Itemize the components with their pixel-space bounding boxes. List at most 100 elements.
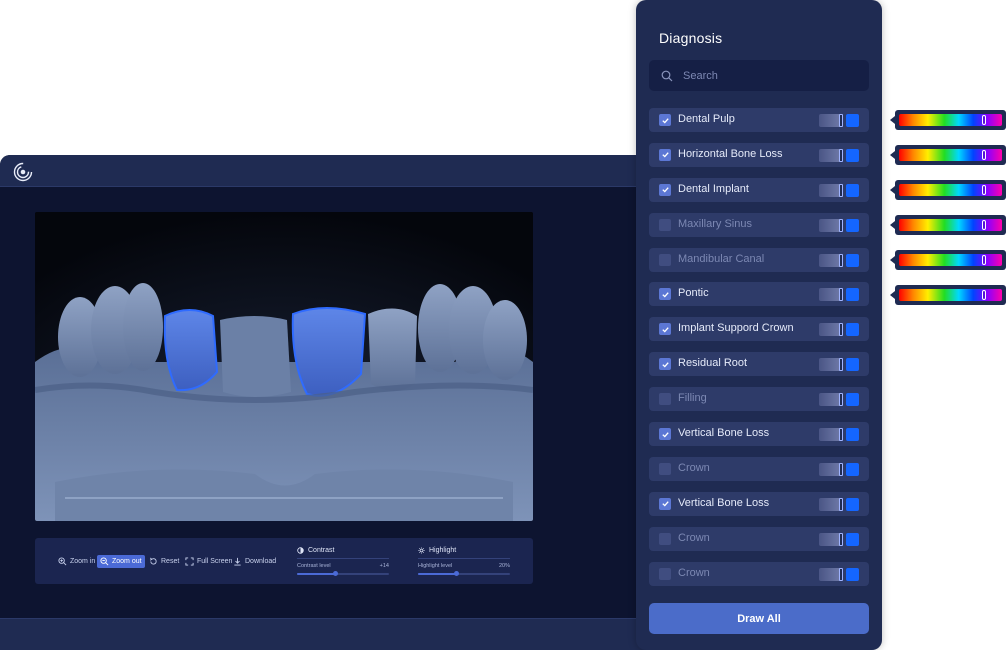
- color-toggle[interactable]: [819, 114, 860, 127]
- toggle-handle[interactable]: [839, 288, 843, 302]
- color-toggle[interactable]: [819, 462, 860, 476]
- toggle-handle[interactable]: [839, 358, 843, 372]
- hue-slider-thumb[interactable]: [982, 289, 987, 300]
- color-swatch[interactable]: [846, 462, 859, 476]
- color-toggle[interactable]: [819, 148, 860, 162]
- toggle-handle[interactable]: [839, 218, 843, 232]
- color-swatch[interactable]: [846, 148, 859, 162]
- diagnosis-checkbox[interactable]: [659, 114, 671, 126]
- toggle-handle[interactable]: [839, 253, 843, 267]
- diagnosis-checkbox[interactable]: [659, 532, 671, 545]
- color-swatch[interactable]: [846, 114, 859, 127]
- color-toggle[interactable]: [819, 183, 860, 197]
- diagnosis-checkbox[interactable]: [659, 497, 671, 510]
- hue-slider-thumb[interactable]: [982, 254, 987, 265]
- color-picker[interactable]: [890, 110, 1006, 130]
- hue-spectrum-slider[interactable]: [899, 148, 1002, 161]
- color-toggle[interactable]: [819, 323, 860, 337]
- color-swatch[interactable]: [846, 253, 859, 267]
- color-toggle[interactable]: [819, 497, 860, 511]
- toggle-handle[interactable]: [839, 323, 843, 337]
- contrast-slider[interactable]: [297, 571, 389, 576]
- diagnosis-item[interactable]: Crown: [649, 561, 869, 586]
- full-screen-button[interactable]: Full Screen: [182, 555, 235, 568]
- color-picker[interactable]: [890, 284, 1006, 305]
- toggle-handle[interactable]: [839, 114, 843, 127]
- diagnosis-checkbox[interactable]: [659, 288, 671, 301]
- hue-slider-thumb[interactable]: [982, 115, 987, 125]
- color-swatch[interactable]: [846, 497, 859, 511]
- color-toggle[interactable]: [819, 532, 860, 546]
- color-picker[interactable]: [890, 249, 1006, 270]
- color-swatch[interactable]: [846, 288, 859, 302]
- color-toggle[interactable]: [819, 358, 860, 372]
- diagnosis-checkbox[interactable]: [659, 428, 671, 441]
- diagnosis-checkbox[interactable]: [659, 567, 671, 580]
- diagnosis-checkbox[interactable]: [659, 218, 671, 231]
- color-swatch[interactable]: [846, 393, 859, 407]
- color-toggle[interactable]: [819, 218, 860, 232]
- hue-spectrum-slider[interactable]: [899, 218, 1002, 231]
- color-swatch[interactable]: [846, 323, 859, 337]
- diagnosis-item[interactable]: Mandibular Canal: [649, 247, 869, 272]
- color-toggle[interactable]: [819, 253, 860, 267]
- color-picker[interactable]: [890, 214, 1006, 235]
- download-button[interactable]: Download: [230, 555, 279, 568]
- contrast-slider-thumb[interactable]: [333, 571, 339, 576]
- toggle-handle[interactable]: [839, 462, 843, 476]
- dental-scan-image[interactable]: [35, 212, 533, 521]
- draw-all-button[interactable]: Draw All: [649, 603, 869, 634]
- diagnosis-item[interactable]: Implant Suppord Crown: [649, 317, 869, 342]
- diagnosis-item[interactable]: Dental Implant: [649, 177, 869, 202]
- hue-spectrum-slider[interactable]: [899, 253, 1002, 266]
- hue-slider-thumb[interactable]: [982, 149, 987, 160]
- diagnosis-item[interactable]: Horizontal Bone Loss: [649, 142, 869, 167]
- color-swatch[interactable]: [846, 532, 859, 546]
- toggle-handle[interactable]: [839, 532, 843, 546]
- search-box[interactable]: [649, 60, 869, 91]
- diagnosis-item[interactable]: Crown: [649, 526, 869, 551]
- color-swatch[interactable]: [846, 358, 859, 372]
- color-swatch[interactable]: [846, 183, 859, 197]
- diagnosis-item[interactable]: Residual Root: [649, 352, 869, 377]
- color-swatch[interactable]: [846, 567, 859, 581]
- zoom-out-button[interactable]: Zoom out: [97, 555, 145, 568]
- scan-logo-icon[interactable]: [13, 162, 33, 182]
- diagnosis-item[interactable]: Maxillary Sinus: [649, 212, 869, 237]
- diagnosis-checkbox[interactable]: [659, 253, 671, 266]
- diagnosis-checkbox[interactable]: [659, 323, 671, 336]
- color-toggle[interactable]: [819, 567, 860, 581]
- diagnosis-checkbox[interactable]: [659, 358, 671, 371]
- diagnosis-item[interactable]: Crown: [649, 456, 869, 481]
- diagnosis-item[interactable]: Filling: [649, 387, 869, 412]
- toggle-handle[interactable]: [839, 428, 843, 442]
- highlight-slider-thumb[interactable]: [454, 571, 460, 576]
- toggle-handle[interactable]: [839, 183, 843, 197]
- toggle-handle[interactable]: [839, 567, 843, 581]
- diagnosis-item[interactable]: Dental Pulp: [649, 108, 869, 132]
- diagnosis-checkbox[interactable]: [659, 148, 671, 161]
- zoom-in-button[interactable]: Zoom in: [55, 555, 98, 568]
- diagnosis-checkbox[interactable]: [659, 462, 671, 475]
- diagnosis-item[interactable]: Pontic: [649, 282, 869, 307]
- toggle-handle[interactable]: [839, 148, 843, 162]
- color-toggle[interactable]: [819, 393, 860, 407]
- color-picker[interactable]: [890, 179, 1006, 200]
- color-picker[interactable]: [890, 144, 1006, 165]
- color-toggle[interactable]: [819, 428, 860, 442]
- hue-slider-thumb[interactable]: [982, 219, 987, 230]
- diagnosis-item[interactable]: Vertical Bone Loss: [649, 422, 869, 447]
- toggle-handle[interactable]: [839, 497, 843, 511]
- color-swatch[interactable]: [846, 218, 859, 232]
- hue-spectrum-slider[interactable]: [899, 183, 1002, 196]
- search-input[interactable]: [683, 69, 853, 82]
- highlight-slider[interactable]: [418, 571, 510, 576]
- toggle-handle[interactable]: [839, 393, 843, 407]
- hue-slider-thumb[interactable]: [982, 184, 987, 195]
- diagnosis-item[interactable]: Vertical Bone Loss: [649, 491, 869, 516]
- hue-spectrum-slider[interactable]: [899, 288, 1002, 301]
- reset-button[interactable]: Reset: [146, 555, 182, 568]
- color-toggle[interactable]: [819, 288, 860, 302]
- diagnosis-checkbox[interactable]: [659, 393, 671, 406]
- color-swatch[interactable]: [846, 428, 859, 442]
